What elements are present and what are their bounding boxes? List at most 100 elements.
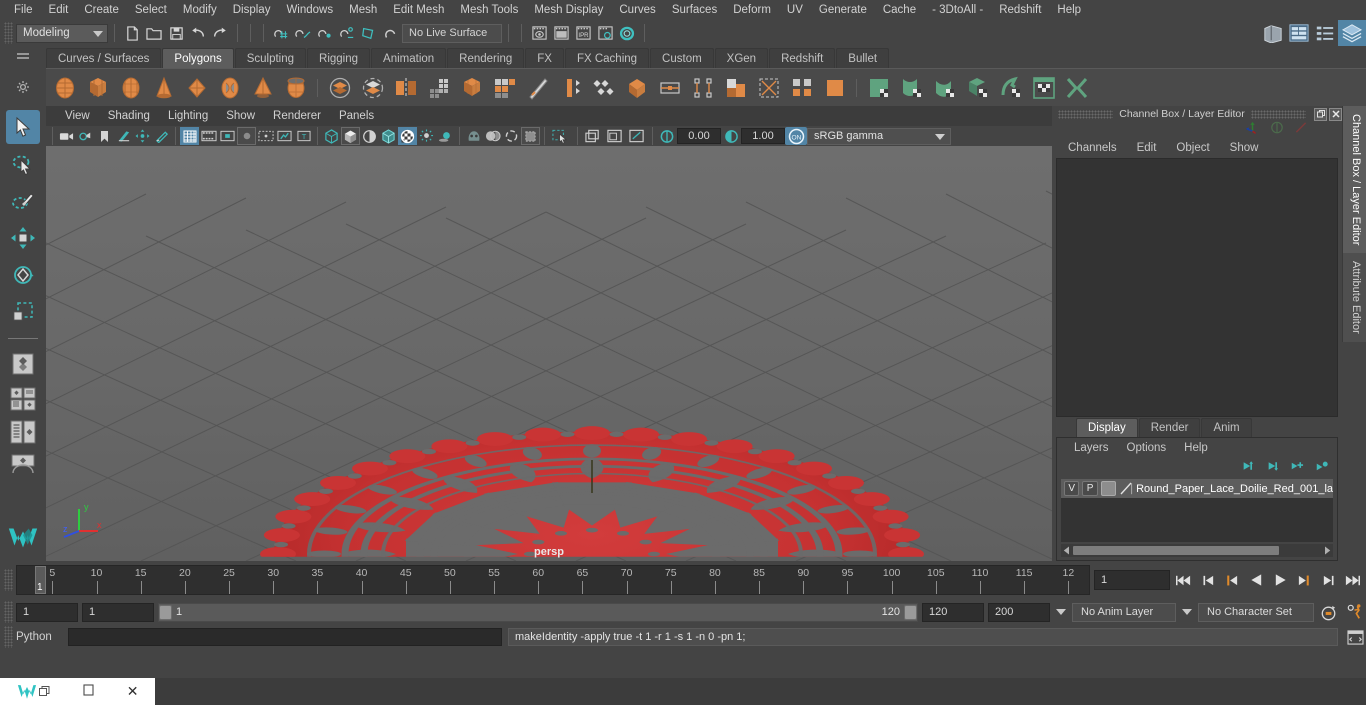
- poly-append-icon[interactable]: [587, 71, 620, 104]
- shelf-tab-polygons[interactable]: Polygons: [162, 48, 234, 68]
- exposure-field[interactable]: 0.00: [677, 128, 721, 144]
- menu-mesh[interactable]: Mesh: [341, 0, 385, 20]
- layer-list-hscrollbar[interactable]: [1061, 544, 1333, 557]
- scale-tool-icon[interactable]: [6, 295, 40, 329]
- new-layer-from-selected-icon[interactable]: [1313, 459, 1329, 477]
- hypershade-icon[interactable]: [616, 22, 638, 44]
- show-shape-attributes-icon[interactable]: [1270, 121, 1284, 139]
- show-attribute-editor-icon[interactable]: [1286, 21, 1312, 45]
- xray-joints-icon[interactable]: [483, 127, 502, 145]
- go-to-end-icon[interactable]: [1342, 570, 1362, 590]
- step-forward-keyframe-icon[interactable]: [1318, 570, 1338, 590]
- menu-3dtoall[interactable]: - 3DtoAll -: [924, 0, 991, 20]
- layer-tab-anim[interactable]: Anim: [1201, 418, 1252, 437]
- scroll-left-arrow-icon[interactable]: [1063, 542, 1071, 560]
- step-back-frame-icon[interactable]: [1222, 570, 1242, 590]
- shaded-flat-icon[interactable]: [360, 127, 379, 145]
- uv-editor-icon[interactable]: [1027, 71, 1060, 104]
- layer-display-type-toggle[interactable]: [1100, 481, 1117, 496]
- hypershade-persp-layout-icon[interactable]: [6, 450, 40, 478]
- make-live-icon[interactable]: [380, 22, 402, 44]
- select-camera-icon[interactable]: [57, 127, 76, 145]
- snap-to-projected-center-icon[interactable]: [336, 22, 358, 44]
- shelf-tab-curves-surfaces[interactable]: Curves / Surfaces: [46, 48, 162, 68]
- playback-start-time-field[interactable]: 1: [82, 602, 154, 622]
- menu-edit-mesh[interactable]: Edit Mesh: [385, 0, 452, 20]
- wireframe-on-shaded-icon[interactable]: [379, 127, 398, 145]
- poly-merge-icon[interactable]: [554, 71, 587, 104]
- side-tab-attribute-editor[interactable]: Attribute Editor: [1342, 253, 1366, 343]
- layer-menu-options[interactable]: Options: [1118, 442, 1176, 454]
- safe-action-icon[interactable]: [275, 127, 294, 145]
- viewport-3d[interactable]: y x z persp: [46, 146, 1052, 561]
- panel-drag-handle[interactable]: [1058, 109, 1114, 119]
- select-region-icon[interactable]: [549, 127, 573, 145]
- restore-icon[interactable]: [1314, 107, 1327, 121]
- gamma-icon[interactable]: [721, 127, 741, 145]
- film-origin-icon[interactable]: [256, 127, 275, 145]
- poly-smooth-icon[interactable]: [422, 71, 455, 104]
- rotate-tool-icon[interactable]: [6, 258, 40, 292]
- scroll-right-arrow-icon[interactable]: [1323, 542, 1331, 560]
- channel-menu-channels[interactable]: Channels: [1058, 142, 1127, 154]
- minimize-icon[interactable]: [83, 684, 94, 699]
- menu-deform[interactable]: Deform: [725, 0, 779, 20]
- character-set-selector[interactable]: No Character Set: [1198, 602, 1314, 622]
- menu-uv[interactable]: UV: [779, 0, 811, 20]
- range-slider[interactable]: 1 120: [158, 602, 918, 622]
- uv-spherical-icon[interactable]: [928, 71, 961, 104]
- poly-reduce-icon[interactable]: [752, 71, 785, 104]
- menu-file[interactable]: File: [6, 0, 41, 20]
- uv-planar-icon[interactable]: [862, 71, 895, 104]
- go-to-start-icon[interactable]: [1174, 570, 1194, 590]
- poly-mirror-icon[interactable]: [389, 71, 422, 104]
- shelf-tab-rendering[interactable]: Rendering: [447, 48, 525, 68]
- viewport-menu-view[interactable]: View: [56, 106, 99, 126]
- outliner-persp-layout-icon[interactable]: [6, 417, 40, 447]
- show-tool-settings-icon[interactable]: [1312, 21, 1338, 45]
- paint-select-tool-icon[interactable]: [6, 184, 40, 218]
- smooth-shade-all-icon[interactable]: [341, 127, 360, 145]
- range-start-handle[interactable]: [159, 604, 172, 620]
- snap-to-point-icon[interactable]: [314, 22, 336, 44]
- channel-menu-object[interactable]: Object: [1166, 142, 1219, 154]
- move-tool-icon[interactable]: [6, 221, 40, 255]
- live-surface-field[interactable]: No Live Surface: [402, 23, 502, 43]
- menu-redshift[interactable]: Redshift: [991, 0, 1049, 20]
- poly-multicut-icon[interactable]: [620, 71, 653, 104]
- poly-pipe-icon[interactable]: [279, 71, 312, 104]
- character-set-chevron-icon[interactable]: [1180, 603, 1194, 622]
- layer-menu-help[interactable]: Help: [1175, 442, 1217, 454]
- bookmark-icon[interactable]: [95, 127, 114, 145]
- poly-cone-icon[interactable]: [147, 71, 180, 104]
- color-management-icon[interactable]: ON: [785, 127, 807, 145]
- grid-toggle-icon[interactable]: [180, 127, 199, 145]
- shelf-tab-animation[interactable]: Animation: [371, 48, 447, 68]
- shelf-tab-bullet[interactable]: Bullet: [836, 48, 890, 68]
- toggle-sidebar-icon[interactable]: [1260, 21, 1286, 45]
- viewport-menu-show[interactable]: Show: [217, 106, 264, 126]
- animation-start-time-field[interactable]: 1: [16, 602, 78, 622]
- poly-remesh-icon[interactable]: [785, 71, 818, 104]
- gamma-field[interactable]: 1.00: [741, 128, 785, 144]
- move-layer-up-icon[interactable]: [1238, 459, 1254, 477]
- shelf-tab-sculpting[interactable]: Sculpting: [234, 48, 307, 68]
- open-scene-icon[interactable]: [143, 22, 165, 44]
- time-slider[interactable]: 1 5 10 15 20 25 30 35 40 45 50 55 60 65 70 75 80 85 90 95 1…: [16, 565, 1090, 595]
- menu-set-selector[interactable]: Modeling: [16, 23, 108, 43]
- current-frame-field[interactable]: 1: [1094, 570, 1170, 590]
- layer-tab-display[interactable]: Display: [1076, 418, 1138, 437]
- ipr-render-icon[interactable]: IPR: [572, 22, 594, 44]
- scrollbar-thumb[interactable]: [1073, 546, 1279, 555]
- poly-pyramid-icon[interactable]: [246, 71, 279, 104]
- poly-quad-draw-icon[interactable]: [686, 71, 719, 104]
- poly-sphere-icon[interactable]: [48, 71, 81, 104]
- film-gate-icon[interactable]: [199, 127, 218, 145]
- view-transform-selector[interactable]: sRGB gamma: [807, 127, 951, 145]
- viewport-menu-renderer[interactable]: Renderer: [264, 106, 330, 126]
- shelf-tab-fx[interactable]: FX: [525, 48, 564, 68]
- animation-preferences-icon[interactable]: [1344, 602, 1366, 622]
- layer-row[interactable]: V P Round_Paper_Lace_Doilie_Red_001_la: [1061, 479, 1333, 498]
- panel-layout-icon[interactable]: [604, 127, 626, 145]
- shelf-tab-rigging[interactable]: Rigging: [307, 48, 371, 68]
